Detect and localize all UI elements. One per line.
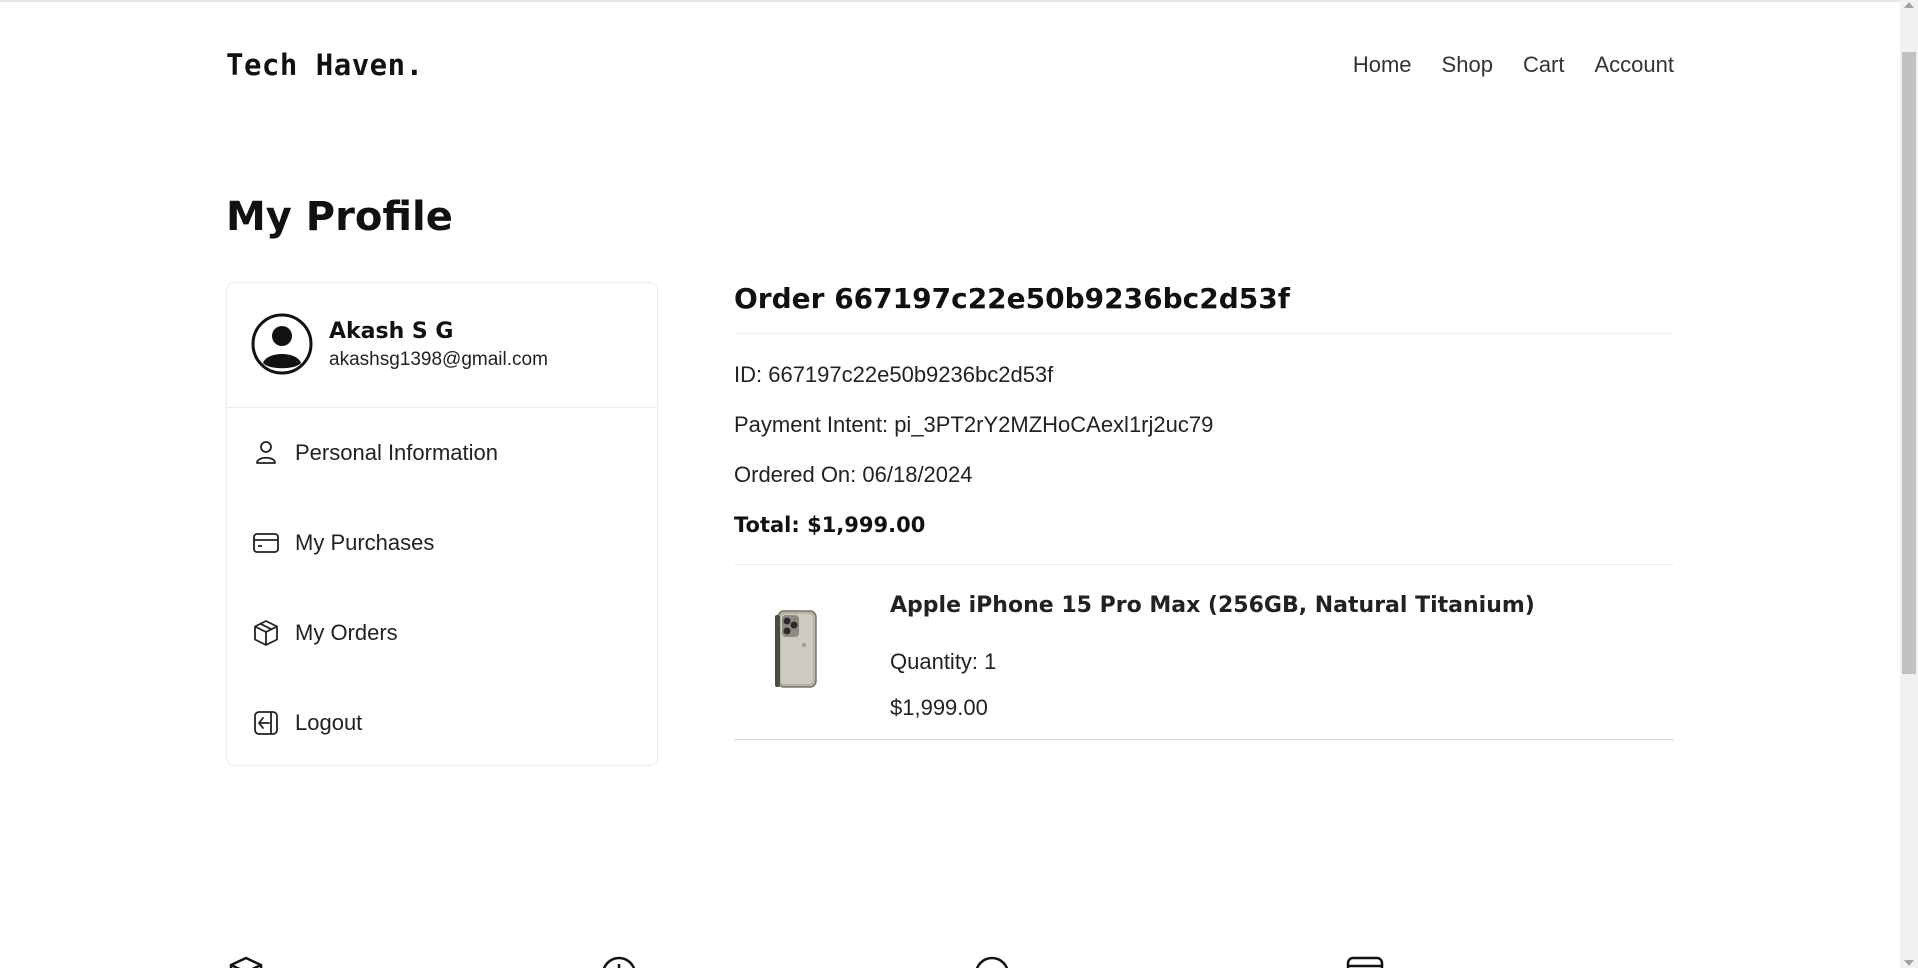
sidebar-item-label: My Orders bbox=[295, 620, 398, 645]
sidebar-item-label: Logout bbox=[295, 710, 363, 735]
credit-card-icon bbox=[1346, 956, 1384, 968]
order-total: Total: $1,999.00 bbox=[734, 513, 926, 537]
product-name[interactable]: Apple iPhone 15 Pro Max (256GB, Natural … bbox=[890, 593, 1535, 618]
main-nav: Home Shop Cart Account bbox=[1353, 52, 1674, 78]
order-id: ID: 667197c22e50b9236bc2d53f bbox=[734, 362, 1054, 387]
user-card: Akash S G akashsg1398@gmail.com bbox=[227, 283, 657, 408]
page-scrollbar[interactable] bbox=[1900, 0, 1918, 968]
order-item-row: Apple iPhone 15 Pro Max (256GB, Natural … bbox=[734, 565, 1674, 740]
circle-icon bbox=[975, 956, 1009, 968]
user-name: Akash S G bbox=[329, 319, 454, 344]
page-title: My Profile bbox=[226, 194, 453, 240]
payment-intent: Payment Intent: pi_3PT2rY2MZHoCAexl1rj2u… bbox=[734, 412, 1214, 437]
user-circle-icon bbox=[251, 313, 313, 375]
product-price: $1,999.00 bbox=[890, 695, 988, 720]
brand-logo[interactable]: Tech Haven. bbox=[226, 48, 424, 82]
top-border bbox=[0, 0, 1900, 2]
footer-features-row bbox=[226, 954, 1676, 968]
order-summary: ID: 667197c22e50b9236bc2d53f Payment Int… bbox=[734, 334, 1674, 565]
iphone-image[interactable] bbox=[774, 609, 820, 689]
package-icon bbox=[254, 620, 278, 646]
order-title: Order 667197c22e50b9236bc2d53f bbox=[734, 282, 1674, 334]
credit-card-icon bbox=[253, 533, 279, 553]
nav-home-link[interactable]: Home bbox=[1353, 52, 1412, 78]
sidebar-menu: Personal Information My Purchases My Ord… bbox=[227, 408, 657, 768]
user-email: akashsg1398@gmail.com bbox=[329, 349, 548, 370]
nav-cart-link[interactable]: Cart bbox=[1523, 52, 1565, 78]
product-quantity: Quantity: 1 bbox=[890, 649, 997, 674]
package-icon bbox=[229, 956, 263, 968]
profile-sidebar: Akash S G akashsg1398@gmail.com Personal… bbox=[226, 282, 658, 766]
order-details-panel: Order 667197c22e50b9236bc2d53f ID: 66719… bbox=[734, 282, 1674, 740]
nav-shop-link[interactable]: Shop bbox=[1442, 52, 1493, 78]
clock-icon bbox=[602, 956, 636, 968]
sidebar-item-label: My Purchases bbox=[295, 530, 435, 555]
sidebar-item-logout[interactable]: Logout bbox=[227, 678, 657, 768]
sidebar-item-personal-information[interactable]: Personal Information bbox=[227, 408, 657, 498]
sidebar-item-my-purchases[interactable]: My Purchases bbox=[227, 498, 657, 588]
sidebar-item-label: Personal Information bbox=[295, 440, 498, 465]
scrollbar-thumb[interactable] bbox=[1902, 52, 1916, 674]
order-date: Ordered On: 06/18/2024 bbox=[734, 462, 973, 487]
scroll-up-arrow-icon[interactable] bbox=[1904, 2, 1914, 8]
logout-icon bbox=[254, 711, 278, 735]
scroll-down-arrow-icon[interactable] bbox=[1904, 960, 1914, 966]
user-icon bbox=[256, 441, 276, 464]
sidebar-item-my-orders[interactable]: My Orders bbox=[227, 588, 657, 678]
nav-account-link[interactable]: Account bbox=[1595, 52, 1675, 78]
